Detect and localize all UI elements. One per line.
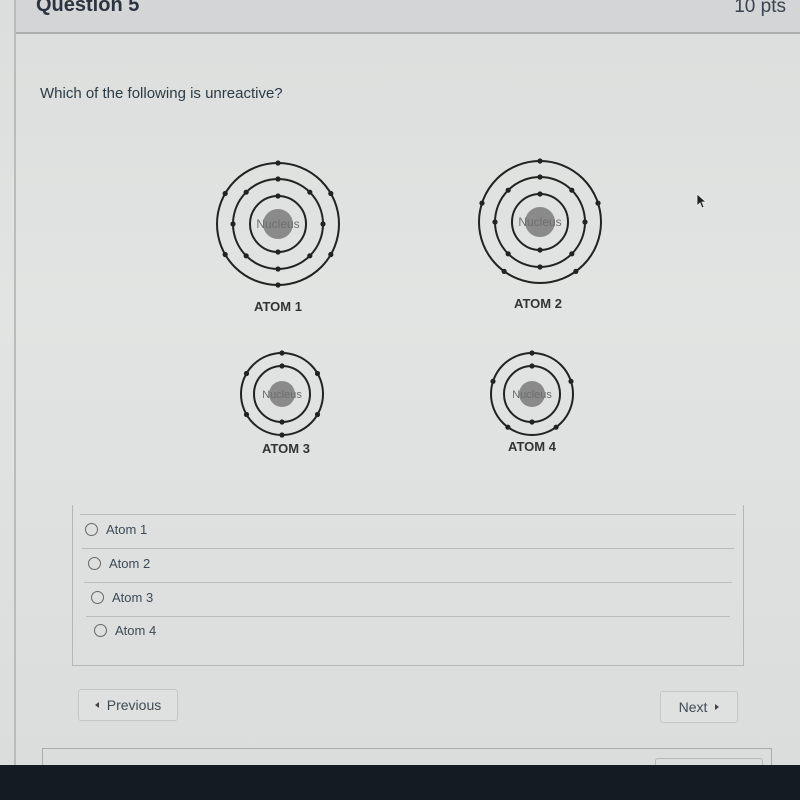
electron	[314, 411, 321, 418]
electron	[275, 193, 281, 199]
mouse-cursor-icon	[696, 193, 708, 209]
electron	[328, 190, 334, 197]
electron	[537, 158, 543, 164]
previous-button[interactable]: Previous	[78, 689, 178, 721]
electron	[529, 350, 535, 356]
electron	[537, 247, 543, 253]
electron	[568, 378, 574, 384]
electron	[275, 160, 281, 166]
answer-label: Atom 4	[115, 623, 157, 638]
electron	[501, 268, 507, 274]
electron	[222, 251, 228, 258]
electron	[529, 419, 535, 425]
radio-button[interactable]	[88, 557, 101, 570]
electron	[537, 264, 543, 270]
answer-label: Atom 2	[109, 556, 151, 571]
nucleus-label: Nucleus	[512, 389, 552, 401]
electron	[595, 200, 601, 206]
electron	[243, 253, 249, 259]
atom-diagram-4: Nucleus	[490, 350, 574, 436]
answer-option-1[interactable]: Atom 1	[85, 522, 147, 537]
nucleus-label: Nucleus	[518, 215, 561, 229]
electron	[314, 370, 321, 377]
electron	[569, 251, 575, 257]
electron	[230, 221, 236, 227]
electron	[279, 350, 285, 356]
answer-divider	[80, 514, 736, 515]
atom-label-4: ATOM 4	[508, 439, 556, 454]
nucleus-label: Nucleus	[262, 389, 302, 401]
next-button[interactable]: Next	[660, 691, 738, 723]
answer-option-3[interactable]: Atom 3	[91, 590, 153, 605]
atom-diagram-1: Nucleus	[216, 160, 340, 288]
electron	[279, 363, 285, 369]
electron	[243, 189, 249, 195]
electron	[569, 187, 575, 193]
question-header: Question 5 10 pts	[16, 0, 800, 34]
atom-label-3: ATOM 3	[262, 441, 310, 456]
electron	[582, 219, 588, 225]
electron	[275, 282, 281, 288]
caret-left-icon	[94, 702, 99, 708]
radio-button[interactable]	[94, 624, 107, 637]
previous-label: Previous	[106, 697, 162, 713]
answer-label: Atom 1	[106, 522, 148, 537]
electron	[279, 419, 285, 425]
electron	[553, 424, 559, 430]
electron	[243, 411, 250, 418]
answer-label: Atom 3	[112, 590, 154, 605]
electron	[573, 268, 579, 274]
atom-label-1: ATOM 1	[254, 299, 302, 314]
electron	[275, 176, 281, 182]
electron	[490, 378, 496, 384]
answer-option-4[interactable]: Atom 4	[94, 623, 156, 638]
electron	[505, 187, 511, 193]
answer-divider	[84, 582, 732, 583]
electron	[529, 363, 535, 369]
quiz-page: Question 5 10 pts Which of the following…	[0, 0, 800, 780]
radio-button[interactable]	[85, 523, 98, 536]
electron	[275, 266, 281, 272]
question-title: Question 5	[36, 0, 140, 16]
electron	[492, 219, 498, 225]
electron	[537, 174, 543, 180]
electron	[307, 253, 313, 259]
monitor-bezel	[0, 765, 800, 800]
answer-divider	[86, 616, 730, 617]
next-label: Next	[678, 699, 708, 715]
electron	[479, 200, 485, 206]
electron	[537, 191, 543, 197]
electron	[307, 189, 313, 195]
nucleus-label: Nucleus	[256, 217, 299, 231]
electron	[275, 249, 281, 255]
electron	[328, 251, 334, 258]
electron	[222, 190, 228, 197]
atom-label-2: ATOM 2	[514, 296, 562, 311]
answers-container	[72, 505, 744, 666]
left-border	[14, 0, 16, 765]
atom-diagram-3: Nucleus	[240, 350, 324, 438]
electron	[243, 370, 250, 377]
electron	[505, 251, 511, 257]
electron	[279, 432, 285, 438]
answer-divider	[82, 548, 734, 549]
electron	[505, 424, 511, 430]
radio-button[interactable]	[91, 591, 104, 604]
caret-right-icon	[715, 704, 720, 710]
electron	[320, 221, 326, 227]
answer-option-2[interactable]: Atom 2	[88, 556, 150, 571]
question-points: 10 pts	[734, 0, 786, 17]
atom-diagram-2: Nucleus	[478, 158, 602, 284]
question-text: Which of the following is unreactive?	[40, 85, 283, 102]
